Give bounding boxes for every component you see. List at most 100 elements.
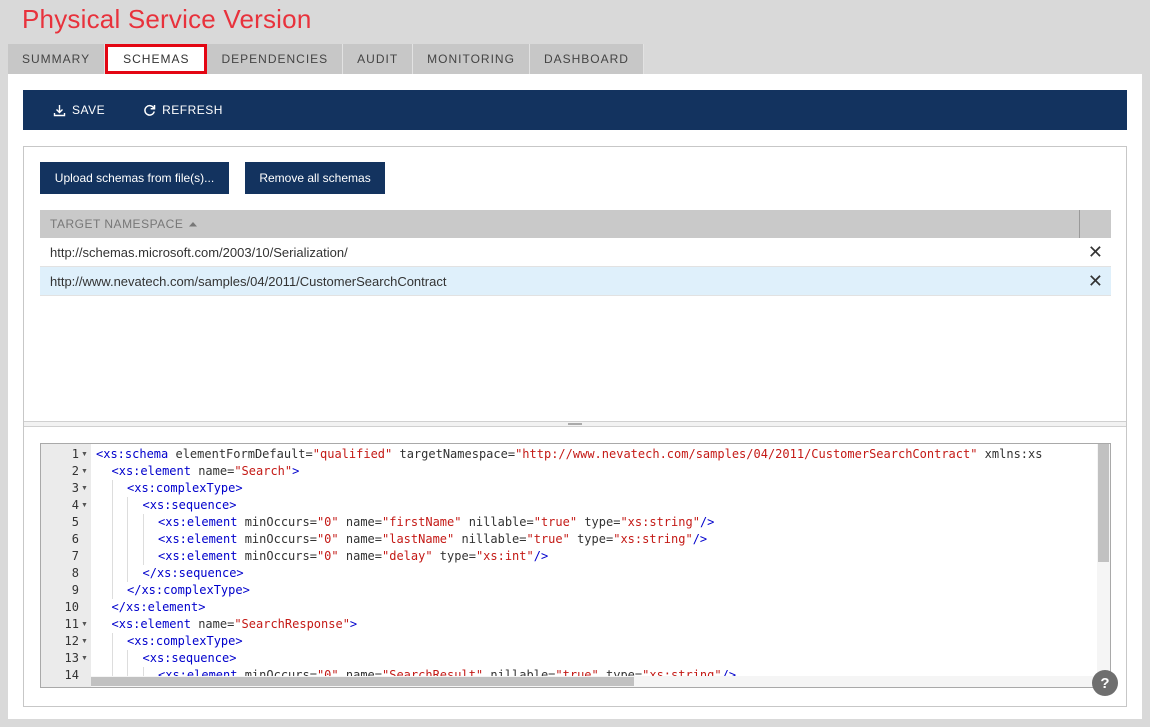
column-separator[interactable] bbox=[1079, 210, 1080, 238]
code-token: "lastName" bbox=[382, 532, 455, 546]
remove-row-icon[interactable]: ✕ bbox=[1088, 272, 1103, 290]
tab-dependencies[interactable]: DEPENDENCIES bbox=[207, 44, 344, 74]
code-token: elementFormDefault= bbox=[175, 447, 313, 461]
code-token: name= bbox=[198, 464, 235, 478]
fold-arrow-icon[interactable]: ▼ bbox=[81, 463, 88, 480]
fold-arrow-icon[interactable]: ▼ bbox=[81, 616, 88, 633]
code-token: type= bbox=[577, 515, 621, 529]
code-line: <xs:complexType> bbox=[96, 480, 243, 497]
code-token: name= bbox=[338, 532, 382, 546]
code-line: <xs:element minOccurs="0" name="SearchRe… bbox=[96, 667, 736, 676]
indent-guide bbox=[142, 667, 159, 676]
code-token: "xs:string" bbox=[642, 668, 722, 676]
code-token: "true" bbox=[526, 532, 570, 546]
remove-all-schemas-button[interactable]: Remove all schemas bbox=[245, 162, 385, 194]
namespace-cell: http://www.nevatech.com/samples/04/2011/… bbox=[50, 273, 447, 289]
indent-guide bbox=[96, 480, 112, 497]
code-line: <xs:schema elementFormDefault="qualified… bbox=[96, 446, 1042, 463]
indent-guide bbox=[96, 599, 112, 616]
indent-guide bbox=[142, 531, 159, 548]
fold-arrow-icon[interactable]: ▼ bbox=[81, 650, 88, 667]
code-token: "true" bbox=[555, 668, 599, 676]
code-token: > bbox=[292, 464, 300, 478]
indent-guide bbox=[96, 514, 112, 531]
help-button[interactable]: ? bbox=[1092, 670, 1118, 696]
line-number: 14 bbox=[64, 668, 79, 682]
tab-audit[interactable]: AUDIT bbox=[343, 44, 414, 74]
code-token: /> bbox=[533, 549, 549, 563]
tab-dashboard[interactable]: DASHBOARD bbox=[529, 44, 644, 74]
remove-row-icon[interactable]: ✕ bbox=[1088, 243, 1103, 261]
line-number: 8 bbox=[71, 566, 79, 580]
pane-splitter[interactable] bbox=[24, 421, 1126, 427]
code-token: <xs:element bbox=[158, 515, 245, 529]
upload-schemas-button[interactable]: Upload schemas from file(s)... bbox=[40, 162, 229, 194]
schemas-box: Upload schemas from file(s)... Remove al… bbox=[23, 146, 1127, 707]
indent-guide bbox=[111, 480, 128, 497]
tab-summary[interactable]: SUMMARY bbox=[8, 44, 106, 74]
indent-guide bbox=[111, 650, 128, 667]
save-button[interactable]: SAVE bbox=[53, 103, 105, 117]
horizontal-scrollbar[interactable] bbox=[91, 676, 1097, 687]
fold-arrow-icon[interactable]: ▼ bbox=[81, 497, 88, 514]
vertical-scroll-thumb[interactable] bbox=[1098, 444, 1109, 562]
code-token: "0" bbox=[316, 532, 339, 546]
code-line: <xs:element name="SearchResponse"> bbox=[96, 616, 358, 633]
refresh-button[interactable]: REFRESH bbox=[143, 103, 223, 117]
code-content[interactable]: <xs:schema elementFormDefault="qualified… bbox=[91, 444, 1097, 676]
indent-guide bbox=[127, 531, 143, 548]
tab-bar: SUMMARY SCHEMAS DEPENDENCIES AUDIT MONIT… bbox=[8, 44, 644, 74]
save-label: SAVE bbox=[72, 103, 106, 117]
code-token: <xs:sequence> bbox=[142, 651, 237, 665]
code-token: nillable= bbox=[454, 532, 527, 546]
code-token: <xs:schema bbox=[96, 447, 176, 461]
line-number: 5 bbox=[71, 515, 79, 529]
tab-monitoring[interactable]: MONITORING bbox=[413, 44, 530, 74]
refresh-icon bbox=[144, 104, 156, 116]
line-number-gutter: 1 ▼ 2 ▼ 3 ▼ 4 ▼ 5 6 7 8 9 10 11 ▼ 12 ▼ 13 ▼ 14 bbox=[41, 444, 91, 687]
page-title: Physical Service Version bbox=[22, 4, 312, 34]
indent-guide bbox=[111, 514, 128, 531]
code-token: "firstName" bbox=[382, 515, 462, 529]
indent-guide bbox=[111, 565, 128, 582]
table-row[interactable]: http://www.nevatech.com/samples/04/2011/… bbox=[40, 267, 1111, 296]
fold-arrow-icon[interactable]: ▼ bbox=[81, 480, 88, 497]
indent-guide bbox=[111, 633, 128, 650]
table-row[interactable]: http://schemas.microsoft.com/2003/10/Ser… bbox=[40, 238, 1111, 267]
indent-guide bbox=[142, 548, 159, 565]
code-token: </xs:element> bbox=[111, 600, 206, 614]
code-token: "0" bbox=[316, 668, 339, 676]
code-token: /> bbox=[699, 515, 715, 529]
code-token: <xs:complexType> bbox=[127, 481, 243, 495]
code-token: > bbox=[349, 617, 358, 631]
horizontal-scroll-thumb[interactable] bbox=[91, 677, 634, 686]
code-token: "xs:string" bbox=[613, 532, 693, 546]
column-header-label: TARGET NAMESPACE bbox=[50, 217, 184, 231]
indent-guide bbox=[127, 667, 143, 676]
tab-schemas[interactable]: SCHEMAS bbox=[105, 44, 208, 74]
code-token: <xs:element bbox=[111, 617, 199, 631]
code-token: type= bbox=[569, 532, 614, 546]
indent-guide bbox=[127, 565, 143, 582]
sort-ascending-icon bbox=[189, 222, 198, 227]
code-token: "Search" bbox=[234, 464, 293, 478]
code-token: /> bbox=[692, 532, 708, 546]
indent-guide bbox=[96, 582, 112, 599]
splitter-grip-icon bbox=[568, 423, 582, 425]
code-line: </xs:element> bbox=[96, 599, 206, 616]
indent-guide bbox=[111, 667, 128, 676]
code-line: </xs:complexType> bbox=[96, 582, 250, 599]
code-line: <xs:sequence> bbox=[96, 650, 236, 667]
column-header-target-namespace[interactable]: TARGET NAMESPACE bbox=[40, 217, 199, 231]
code-token: "0" bbox=[316, 549, 339, 563]
indent-guide bbox=[96, 650, 112, 667]
code-line: <xs:element minOccurs="0" name="delay" t… bbox=[96, 548, 548, 565]
indent-guide bbox=[111, 497, 128, 514]
code-token: nillable= bbox=[461, 515, 534, 529]
schema-code-editor[interactable]: 1 ▼ 2 ▼ 3 ▼ 4 ▼ 5 6 7 8 9 10 11 ▼ 12 ▼ 13 ▼ 14 <xs:schema el… bbox=[40, 443, 1111, 688]
fold-arrow-icon[interactable]: ▼ bbox=[81, 446, 88, 463]
code-token: minOccurs= bbox=[244, 668, 317, 676]
refresh-label: REFRESH bbox=[162, 103, 223, 117]
vertical-scrollbar[interactable] bbox=[1097, 444, 1110, 676]
fold-arrow-icon[interactable]: ▼ bbox=[81, 633, 88, 650]
